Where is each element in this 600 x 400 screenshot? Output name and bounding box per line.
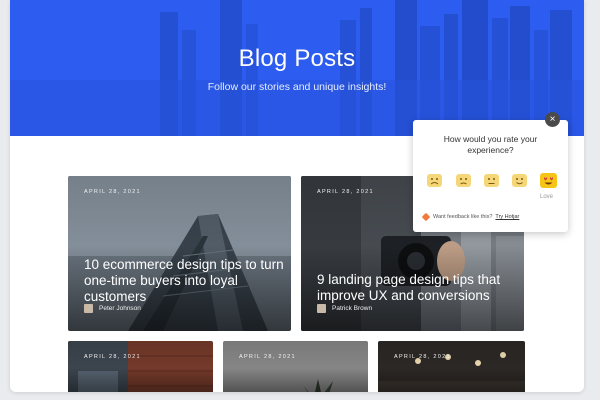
hate-face-icon[interactable]: [427, 174, 442, 187]
card-date: APRIL 28, 2021: [84, 354, 141, 360]
neutral-face-icon[interactable]: [484, 174, 499, 187]
card-date: APRIL 28, 2021: [317, 189, 374, 195]
card-title[interactable]: 10 ecommerce design tips to turn one-tim…: [84, 257, 284, 305]
author-avatar: [317, 304, 326, 313]
blog-card-4[interactable]: APRIL 28, 2021: [223, 341, 368, 392]
feedback-question: How would you rate your experience?: [443, 134, 538, 155]
close-icon[interactable]: ×: [545, 112, 560, 127]
hero-banner: Blog Posts Follow our stories and unique…: [10, 0, 584, 136]
card-overlay: [68, 341, 213, 392]
feedback-widget: How would you rate your experience? Love…: [413, 120, 568, 232]
author-avatar: [84, 304, 93, 313]
card-date: APRIL 28, 2021: [239, 354, 296, 360]
card-author: Peter Johnson: [84, 304, 141, 313]
love-face-icon[interactable]: [540, 173, 557, 188]
hotjar-icon: [421, 212, 431, 222]
blog-card-1[interactable]: APRIL 28, 2021 10 ecommerce design tips …: [68, 176, 291, 331]
page-title: Blog Posts: [238, 45, 356, 72]
card-author: Patrick Brown: [317, 304, 372, 313]
footer-text: Want feedback like this?: [433, 214, 493, 220]
author-name: Peter Johnson: [99, 305, 141, 312]
rating-label: Love: [540, 194, 554, 200]
card-date: APRIL 28, 2021: [394, 354, 451, 360]
widget-footer: Want feedback like this? Try Hotjar: [421, 212, 519, 222]
page-subtitle: Follow our stories and unique insights!: [207, 81, 387, 93]
like-face-icon[interactable]: [512, 174, 527, 187]
card-title[interactable]: 9 landing page design tips that improve …: [317, 272, 512, 304]
dislike-face-icon[interactable]: [456, 174, 471, 187]
card-overlay: [378, 341, 525, 392]
blog-card-3[interactable]: APRIL 28, 2021: [68, 341, 213, 392]
card-overlay: [223, 341, 368, 392]
try-hotjar-link[interactable]: Try Hotjar: [495, 214, 519, 220]
blog-card-5[interactable]: APRIL 28, 2021: [378, 341, 525, 392]
author-name: Patrick Brown: [332, 305, 373, 312]
card-date: APRIL 28, 2021: [84, 189, 141, 195]
